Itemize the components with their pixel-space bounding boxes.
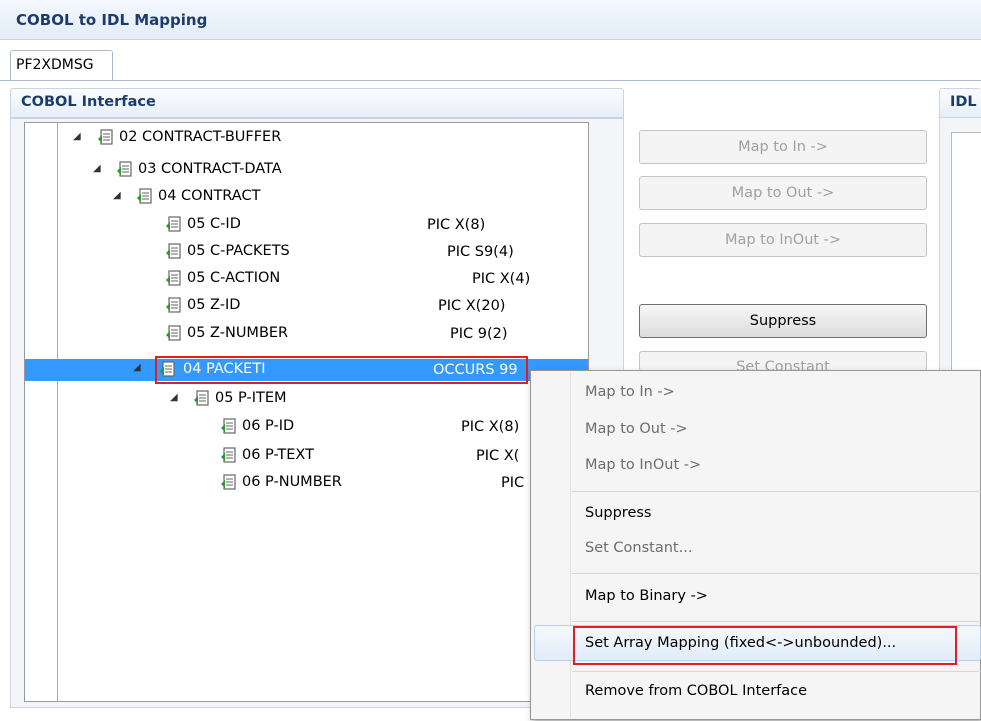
- tree-row[interactable]: ◢ 04 CONTRACT: [25, 186, 588, 208]
- set-constant-button[interactable]: Set Constant: [639, 351, 927, 371]
- cobol-field-icon: [98, 129, 113, 145]
- tree-row[interactable]: 05 Z-ID PIC X(20): [25, 295, 588, 317]
- menu-separator: [572, 491, 981, 492]
- tree-row-label: 05 C-ID: [187, 216, 241, 232]
- tree-row-pic: PIC X(8): [427, 217, 486, 233]
- tree-row[interactable]: 06 P-NUMBER PIC: [25, 472, 588, 494]
- tree-row-label: 06 P-TEXT: [242, 447, 314, 463]
- menu-item-map-to-inout[interactable]: Map to InOut ->: [585, 457, 701, 473]
- menu-item-suppress[interactable]: Suppress: [585, 505, 651, 521]
- collapse-icon[interactable]: ◢: [133, 363, 143, 373]
- cobol-interface-header: COBOL Interface: [10, 88, 624, 118]
- cobol-field-icon: [117, 161, 132, 177]
- tree-row[interactable]: 05 C-ACTION PIC X(4): [25, 268, 588, 290]
- context-menu-gutter: [570, 372, 571, 718]
- suppress-button[interactable]: Suppress: [639, 304, 927, 338]
- tree-row-label: 05 Z-ID: [187, 297, 241, 313]
- menu-item-map-to-in[interactable]: Map to In ->: [585, 384, 675, 400]
- menu-separator: [572, 621, 981, 622]
- cobol-field-icon: [221, 447, 236, 463]
- menu-item-highlight-box: [573, 626, 957, 665]
- tree-row-pic: PIC: [501, 475, 525, 491]
- menu-item-set-constant[interactable]: Set Constant...: [585, 540, 692, 556]
- menu-separator: [572, 671, 981, 672]
- tree-row[interactable]: ◢ 03 CONTRACT-DATA: [25, 159, 588, 181]
- cobol-field-icon: [166, 243, 181, 259]
- map-to-out-button[interactable]: Map to Out ->: [639, 176, 927, 210]
- selection-highlight-box: [155, 356, 528, 384]
- idl-title: IDL: [950, 94, 977, 110]
- menu-item-map-to-binary[interactable]: Map to Binary ->: [585, 588, 708, 604]
- tree-row-pic: PIC S9(4): [447, 244, 514, 260]
- cobol-field-icon: [221, 418, 236, 434]
- tab-divider: [0, 80, 981, 81]
- map-to-in-button[interactable]: Map to In ->: [639, 130, 927, 164]
- cobol-field-icon: [166, 216, 181, 232]
- tree-row-label: 06 P-ID: [242, 418, 295, 434]
- tree-row-pic: PIC X(20): [438, 298, 506, 314]
- tree-row[interactable]: 06 P-TEXT PIC X(: [25, 445, 588, 467]
- cobol-field-icon: [221, 474, 236, 490]
- tree-row-label: 02 CONTRACT-BUFFER: [119, 129, 282, 145]
- tree-row-pic: PIC X(4): [472, 271, 531, 287]
- tab-pf2xdmsg[interactable]: PF2XDMSG: [10, 50, 113, 80]
- tree-row-pic: PIC X(8): [461, 419, 520, 435]
- cobol-field-icon: [137, 188, 152, 204]
- collapse-icon[interactable]: ◢: [93, 164, 103, 174]
- tree-row[interactable]: ◢ 02 CONTRACT-BUFFER: [25, 127, 588, 149]
- tree-row-label: 03 CONTRACT-DATA: [138, 161, 282, 177]
- cobol-field-icon: [166, 297, 181, 313]
- cobol-field-icon: [166, 270, 181, 286]
- tree-row-label: 05 C-ACTION: [187, 270, 281, 286]
- cobol-field-icon: [166, 325, 181, 341]
- map-to-inout-button[interactable]: Map to InOut ->: [639, 223, 927, 257]
- tree-row-label: 05 P-ITEM: [215, 390, 287, 406]
- tree-gutter: [38, 122, 58, 702]
- collapse-icon[interactable]: ◢: [170, 393, 180, 403]
- tree-row-pic: PIC X(: [476, 448, 520, 464]
- menu-separator: [572, 573, 981, 574]
- tree-row[interactable]: ◢ 05 P-ITEM: [25, 388, 588, 410]
- tree-row-label: 05 C-PACKETS: [187, 243, 290, 259]
- tree-row[interactable]: 05 Z-NUMBER PIC 9(2): [25, 323, 588, 345]
- tree-row-label: 04 CONTRACT: [158, 188, 261, 204]
- tree-row[interactable]: 05 C-PACKETS PIC S9(4): [25, 241, 588, 263]
- cobol-tree[interactable]: [24, 122, 589, 702]
- tree-row-pic: PIC 9(2): [450, 326, 508, 342]
- window-title: COBOL to IDL Mapping: [16, 11, 208, 29]
- menu-item-map-to-out[interactable]: Map to Out ->: [585, 421, 688, 437]
- cobol-field-icon: [194, 390, 209, 406]
- collapse-icon[interactable]: ◢: [73, 132, 83, 142]
- tree-row-label: 05 Z-NUMBER: [187, 325, 289, 341]
- tree-row-label: 06 P-NUMBER: [242, 474, 342, 490]
- tree-row[interactable]: 05 C-ID PIC X(8): [25, 214, 588, 236]
- tab-label: PF2XDMSG: [16, 57, 94, 73]
- tree-row[interactable]: 06 P-ID PIC X(8): [25, 416, 588, 438]
- window-title-bar: COBOL to IDL Mapping: [0, 0, 981, 40]
- idl-header: IDL: [939, 88, 981, 118]
- cobol-interface-title: COBOL Interface: [21, 94, 156, 110]
- menu-item-remove-from-cobol-interface[interactable]: Remove from COBOL Interface: [585, 683, 807, 699]
- collapse-icon[interactable]: ◢: [113, 191, 123, 201]
